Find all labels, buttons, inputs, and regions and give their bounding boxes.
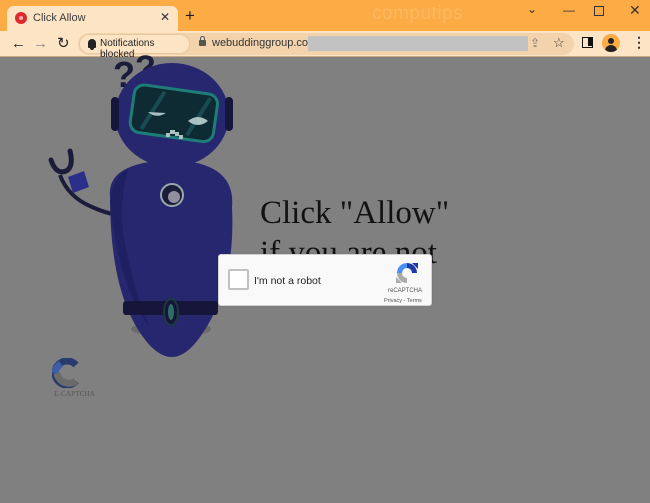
tab-click-allow[interactable]: Click Allow ✕ [7,6,178,31]
tab-search-chevron-icon[interactable]: ⌄ [527,2,537,16]
tab-title: Click Allow [33,12,86,24]
not-a-robot-checkbox[interactable] [228,269,249,290]
robot-illustration: ? ? [48,49,243,357]
maximize-button[interactable] [594,6,604,16]
close-window-button[interactable]: ✕ [629,3,641,17]
url-selection [308,36,528,51]
back-button[interactable]: ← [11,35,26,52]
not-a-robot-label: I'm not a robot [254,275,321,287]
recaptcha-logo-icon [396,263,418,283]
favicon-icon [15,12,27,24]
new-tab-button[interactable]: + [185,7,195,24]
tab-close-icon[interactable]: ✕ [160,10,170,24]
e-captcha-c-icon [51,357,79,389]
recaptcha-widget: I'm not a robot reCAPTCHA Privacy - Term… [218,254,432,306]
bookmark-star-icon[interactable]: ☆ [553,35,565,51]
headline-line-1: Click "Allow" [260,195,450,231]
browser-titlebar: Click Allow ✕ + computips ⌄ — ✕ [0,0,650,31]
minimize-button[interactable]: — [563,3,575,17]
profile-avatar[interactable] [602,34,620,52]
side-panel-icon[interactable] [582,37,593,48]
privacy-terms-links[interactable]: Privacy - Terms [384,298,422,304]
e-captcha-label: E-CAPTCHA [54,390,96,398]
menu-icon[interactable]: ⋮ [632,34,646,50]
share-icon[interactable]: ⇪ [530,36,540,50]
recaptcha-brand: reCAPTCHA [388,288,423,294]
e-captcha-logo: E-CAPTCHA [51,357,98,398]
watermark: computips [372,3,464,24]
